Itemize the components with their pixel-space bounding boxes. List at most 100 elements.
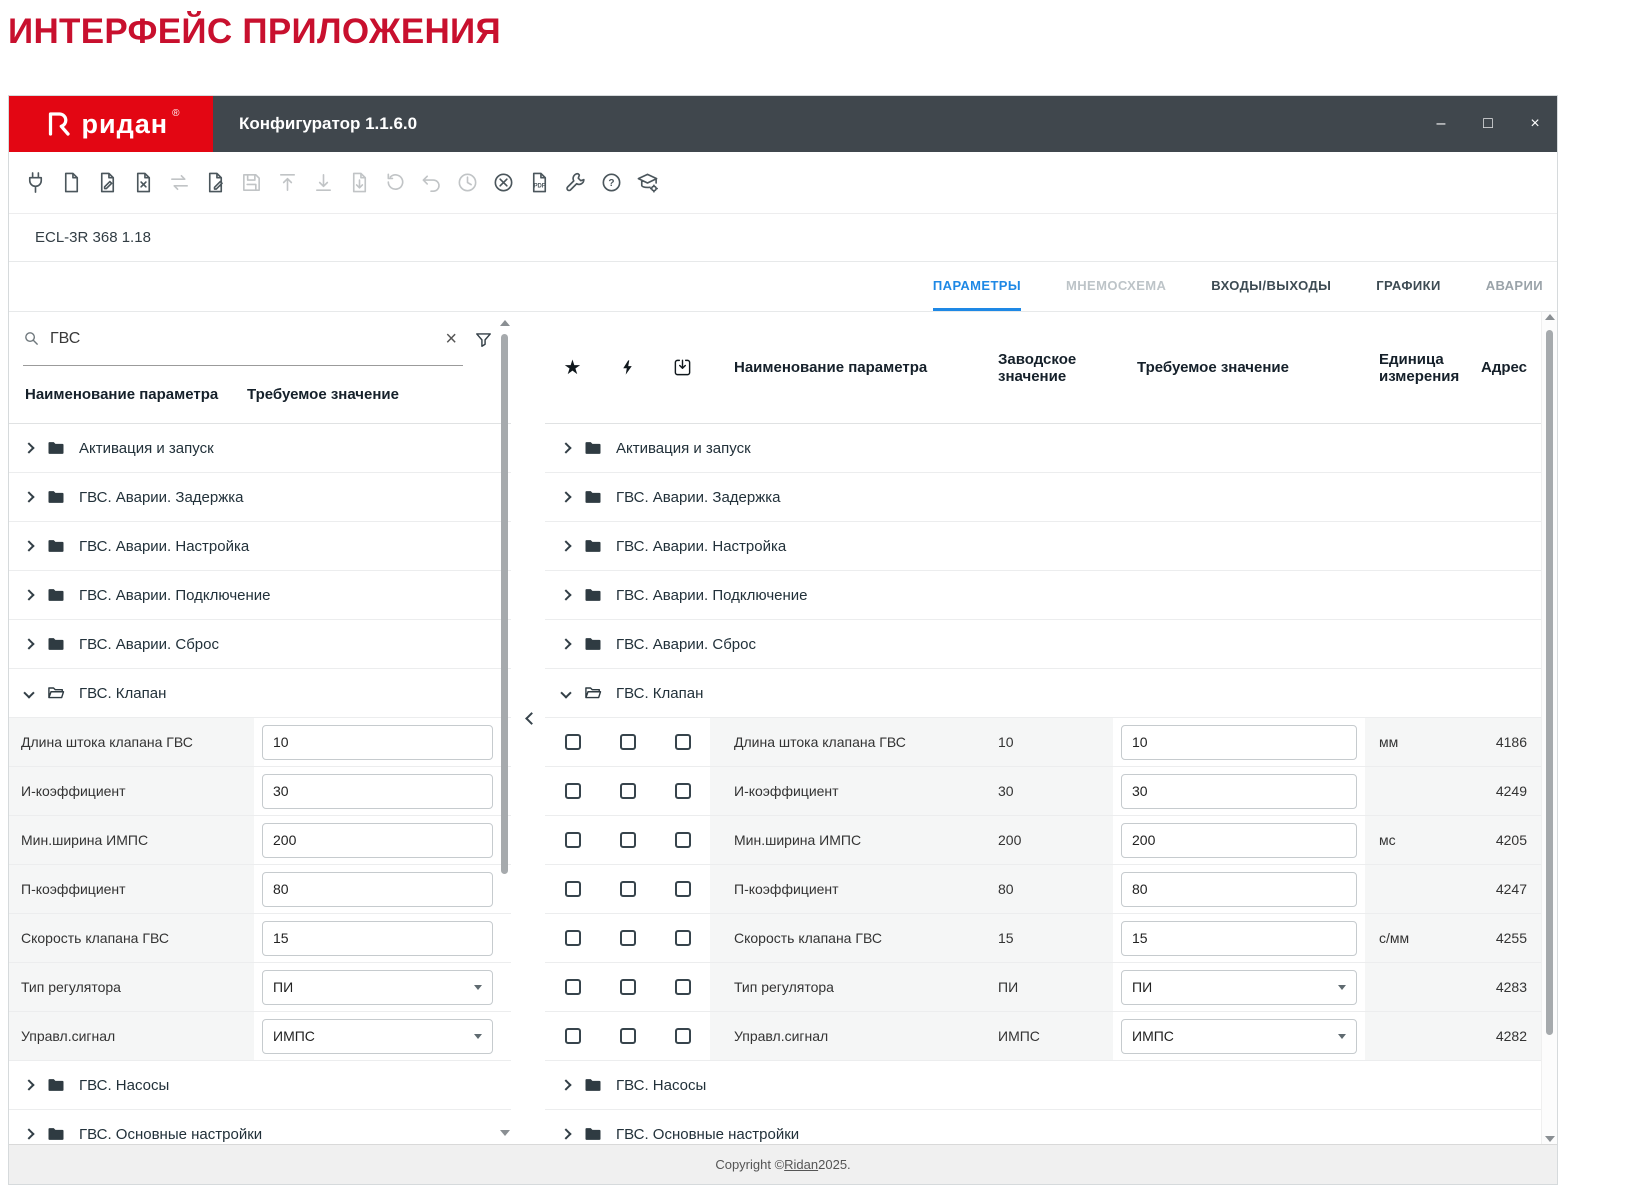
- search-input[interactable]: [50, 330, 435, 348]
- lightning-icon[interactable]: [619, 359, 636, 376]
- lightning-checkbox[interactable]: [620, 881, 636, 897]
- tree-group-row[interactable]: ГВС. Основные настройки: [9, 1110, 511, 1144]
- import-checkbox[interactable]: [675, 1028, 691, 1044]
- parameter-value-input[interactable]: [1121, 823, 1357, 858]
- parameter-value-select[interactable]: ПИ: [1121, 970, 1357, 1005]
- tree-group-row[interactable]: ГВС. Аварии. Подключение: [545, 571, 1541, 620]
- unit-label: мм: [1379, 734, 1398, 750]
- parameter-value-input[interactable]: [262, 872, 493, 907]
- tree-group-row[interactable]: ГВС. Аварии. Сброс: [545, 620, 1541, 669]
- parameter-value-input[interactable]: [1121, 921, 1357, 956]
- parameter-value-input[interactable]: [1121, 872, 1357, 907]
- star-checkbox[interactable]: [565, 783, 581, 799]
- tree-group-row[interactable]: ГВС. Аварии. Подключение: [9, 571, 511, 620]
- scrollbar-thumb[interactable]: [1546, 330, 1553, 1035]
- chevron-right-icon: [560, 1079, 571, 1090]
- scroll-up-icon[interactable]: [1545, 314, 1555, 320]
- lightning-checkbox[interactable]: [620, 734, 636, 750]
- dropdown-caret-icon: [1338, 1034, 1346, 1039]
- sync-icon: [168, 171, 191, 194]
- maximize-button[interactable]: □: [1478, 112, 1498, 136]
- parameter-value-input[interactable]: [262, 823, 493, 858]
- parameter-row: Тип регулятора ПИ ПИ 4283: [545, 963, 1541, 1012]
- lightning-checkbox[interactable]: [620, 832, 636, 848]
- folder-open-icon: [583, 683, 603, 703]
- tree-group-row[interactable]: ГВС. Основные настройки: [545, 1110, 1541, 1144]
- tree-group-row[interactable]: ГВС. Аварии. Задержка: [545, 473, 1541, 522]
- tree-group-row[interactable]: ГВС. Аварии. Задержка: [9, 473, 511, 522]
- scrollbar-thumb[interactable]: [501, 334, 508, 874]
- training-button[interactable]: [635, 171, 659, 195]
- parameter-name: Управл.сигнал: [21, 1028, 115, 1044]
- tab-alarms[interactable]: АВАРИИ: [1486, 262, 1543, 311]
- parameter-value-input[interactable]: [262, 921, 493, 956]
- star-checkbox[interactable]: [565, 979, 581, 995]
- main-scrollbar[interactable]: [1541, 312, 1557, 1144]
- parameter-value-select[interactable]: ИМПС: [1121, 1019, 1357, 1054]
- import-checkbox[interactable]: [675, 734, 691, 750]
- scroll-down-icon[interactable]: [1545, 1136, 1555, 1142]
- parameter-row: П-коэффициент 80 4247: [545, 865, 1541, 914]
- star-icon[interactable]: ★: [564, 358, 582, 378]
- tree-group-row-expanded[interactable]: ГВС. Клапан: [545, 669, 1541, 718]
- clear-search-button[interactable]: ×: [445, 329, 457, 349]
- remove-document-button[interactable]: [131, 171, 155, 195]
- filter-button[interactable]: [463, 330, 503, 349]
- chevron-right-icon: [560, 491, 571, 502]
- import-icon[interactable]: [673, 358, 692, 377]
- close-button[interactable]: ×: [1525, 112, 1545, 136]
- tree-group-row[interactable]: ГВС. Аварии. Настройка: [9, 522, 511, 571]
- star-checkbox[interactable]: [565, 734, 581, 750]
- lightning-checkbox[interactable]: [620, 930, 636, 946]
- new-document-button[interactable]: [59, 171, 83, 195]
- tab-inputs-outputs[interactable]: ВХОДЫ/ВЫХОДЫ: [1211, 262, 1331, 311]
- parameter-value-input[interactable]: [1121, 774, 1357, 809]
- tree-group-row-expanded[interactable]: ГВС. Клапан: [9, 669, 511, 718]
- left-scrollbar[interactable]: [499, 318, 510, 1138]
- parameter-value-input[interactable]: [262, 725, 493, 760]
- parameter-value-select[interactable]: ИМПС: [262, 1019, 493, 1054]
- parameter-name: Управл.сигнал: [734, 1028, 828, 1044]
- tree-group-row[interactable]: Активация и запуск: [545, 424, 1541, 473]
- tree-group-row[interactable]: ГВС. Аварии. Настройка: [545, 522, 1541, 571]
- lightning-checkbox[interactable]: [620, 1028, 636, 1044]
- write-document-button[interactable]: [203, 171, 227, 195]
- export-pdf-button[interactable]: PDF: [527, 171, 551, 195]
- import-checkbox[interactable]: [675, 930, 691, 946]
- ridan-link[interactable]: Ridan: [784, 1157, 818, 1172]
- search-icon: [23, 330, 40, 347]
- svg-text:PDF: PDF: [533, 183, 545, 189]
- cancel-button[interactable]: [491, 171, 515, 195]
- star-checkbox[interactable]: [565, 1028, 581, 1044]
- tree-group-row[interactable]: ГВС. Насосы: [545, 1061, 1541, 1110]
- lightning-checkbox[interactable]: [620, 979, 636, 995]
- import-checkbox[interactable]: [675, 832, 691, 848]
- scroll-down-icon[interactable]: [500, 1130, 510, 1136]
- group-label: ГВС. Аварии. Подключение: [79, 587, 271, 604]
- star-checkbox[interactable]: [565, 930, 581, 946]
- tab-parameters[interactable]: ПАРАМЕТРЫ: [933, 262, 1021, 311]
- address-value: 4186: [1496, 734, 1527, 750]
- minimize-button[interactable]: –: [1431, 112, 1451, 136]
- star-checkbox[interactable]: [565, 881, 581, 897]
- tab-graphs[interactable]: ГРАФИКИ: [1376, 262, 1440, 311]
- address-value: 4283: [1496, 979, 1527, 995]
- parameter-value-input[interactable]: [1121, 725, 1357, 760]
- tree-group-row[interactable]: ГВС. Насосы: [9, 1061, 511, 1110]
- service-tools-button[interactable]: [563, 171, 587, 195]
- help-button[interactable]: ?: [599, 171, 623, 195]
- tree-group-row[interactable]: ГВС. Аварии. Сброс: [9, 620, 511, 669]
- parameter-value-input[interactable]: [262, 774, 493, 809]
- collapse-panel-button[interactable]: [523, 710, 539, 726]
- column-header-name: Наименование параметра: [710, 359, 988, 376]
- connect-button[interactable]: [23, 171, 47, 195]
- import-checkbox[interactable]: [675, 783, 691, 799]
- star-checkbox[interactable]: [565, 832, 581, 848]
- import-checkbox[interactable]: [675, 881, 691, 897]
- parameter-value-select[interactable]: ПИ: [262, 970, 493, 1005]
- tree-group-row[interactable]: Активация и запуск: [9, 424, 511, 473]
- import-checkbox[interactable]: [675, 979, 691, 995]
- lightning-checkbox[interactable]: [620, 783, 636, 799]
- scroll-up-icon[interactable]: [500, 320, 510, 326]
- edit-document-button[interactable]: [95, 171, 119, 195]
